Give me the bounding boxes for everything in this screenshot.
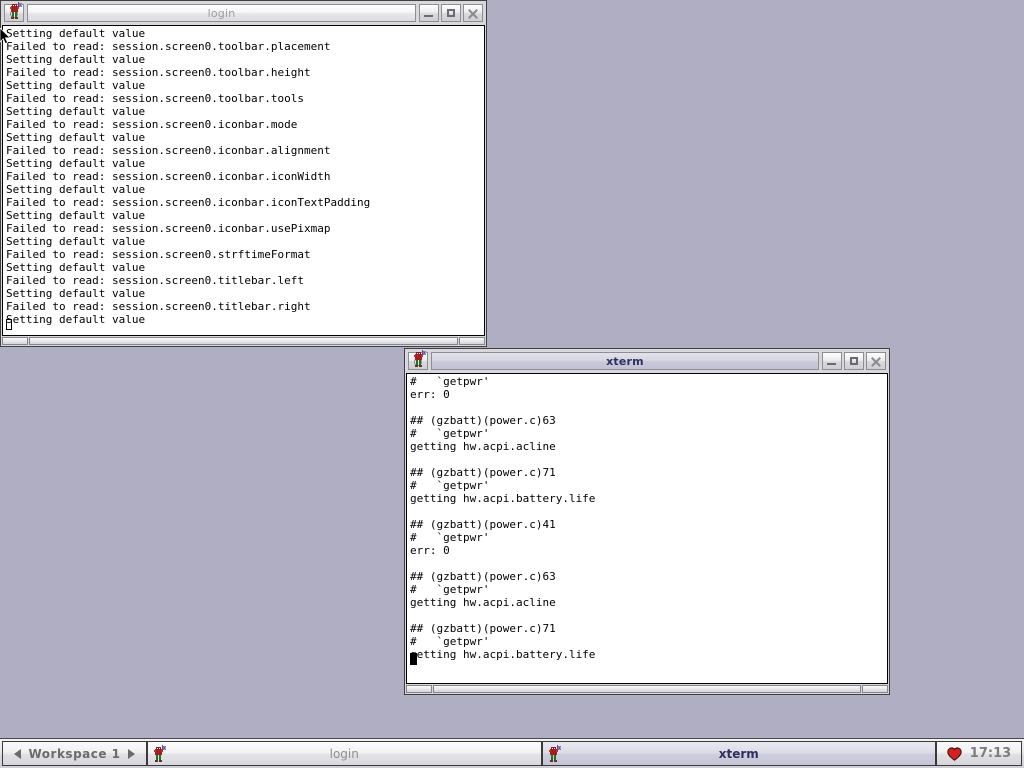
resize-grip-right[interactable] — [459, 337, 485, 345]
resize-grip-left[interactable] — [406, 685, 432, 693]
close-button[interactable] — [866, 352, 886, 370]
system-tray-clock[interactable]: 17:13 — [936, 741, 1022, 766]
titlebar-login[interactable]: login X — [1, 1, 486, 25]
window-login[interactable]: login X Setting default value Failed to … — [0, 0, 487, 347]
resize-grip-left[interactable] — [2, 337, 28, 345]
arrow-right-icon[interactable] — [127, 748, 135, 759]
taskbar-item-label: xterm — [718, 746, 759, 761]
resize-handle-xterm[interactable] — [405, 684, 889, 694]
x-mascot-icon: X — [545, 744, 565, 764]
close-button[interactable] — [463, 4, 483, 22]
terminal-output-xterm: # `getpwr' err: 0 ## (gzbatt)(power.c)63… — [410, 375, 596, 661]
titlebar-title-area[interactable]: login — [27, 4, 416, 22]
taskbar-item-label: login — [329, 746, 359, 761]
workspace-switcher[interactable]: Workspace 1 — [2, 741, 147, 766]
terminal-client-xterm[interactable]: # `getpwr' err: 0 ## (gzbatt)(power.c)63… — [406, 373, 888, 684]
resize-grip-right[interactable] — [862, 685, 888, 693]
resize-handle-middle[interactable] — [433, 685, 861, 693]
window-menu-button[interactable] — [408, 352, 428, 370]
terminal-output-login: Setting default value Failed to read: se… — [6, 27, 371, 326]
window-title-xterm: xterm — [606, 354, 644, 368]
taskbar[interactable]: Workspace 1 X login X xterm 17:13 — [0, 738, 1024, 768]
x-mascot-icon: X — [150, 744, 170, 764]
minimize-button[interactable] — [822, 352, 842, 370]
titlebar-title-area[interactable]: xterm — [431, 352, 819, 370]
minimize-button[interactable] — [419, 4, 439, 22]
resize-handle-middle[interactable] — [29, 337, 458, 345]
svg-text:X: X — [163, 746, 167, 752]
terminal-client-login[interactable]: Setting default value Failed to read: se… — [2, 25, 485, 336]
maximize-button[interactable] — [844, 352, 864, 370]
heart-icon[interactable] — [947, 746, 962, 761]
titlebar-xterm[interactable]: xterm X — [405, 349, 889, 373]
workspace-label: Workspace 1 — [28, 746, 121, 761]
clock-label: 17:13 — [969, 746, 1012, 761]
maximize-button[interactable] — [441, 4, 461, 22]
taskbar-item-login[interactable]: X login — [147, 741, 542, 766]
window-title-login: login — [207, 6, 236, 20]
arrow-left-icon[interactable] — [14, 748, 22, 759]
resize-handle-login[interactable] — [1, 336, 486, 346]
window-xterm[interactable]: xterm X # `getpwr' err: 0 ## (gzbatt)(po… — [404, 348, 890, 695]
svg-text:X: X — [557, 746, 561, 752]
taskbar-item-xterm[interactable]: X xterm — [541, 741, 936, 766]
window-menu-button[interactable] — [4, 4, 24, 22]
